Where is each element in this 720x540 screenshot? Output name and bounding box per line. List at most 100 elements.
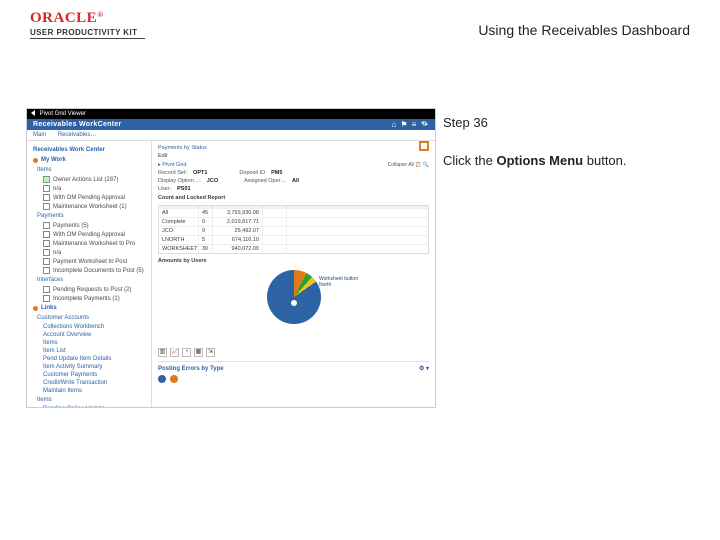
panel-title-text: Payments by Status [158, 145, 207, 151]
links-header[interactable]: Links [27, 303, 151, 313]
list-item[interactable]: Payment Worksheet to Post [27, 257, 151, 266]
link-item[interactable]: Credit/Write Transaction [27, 379, 151, 387]
link-item[interactable]: Items [27, 339, 151, 347]
list-item[interactable]: Incomplete Payments (1) [27, 294, 151, 303]
links-label: Links [41, 305, 57, 311]
assigned-value[interactable]: All [292, 178, 299, 184]
instruction-panel: Step 36 Click the Options Menu button. [443, 114, 693, 170]
table-row[interactable]: All 45 3,793,930.08 [159, 208, 428, 217]
dot-icon [33, 158, 38, 163]
cell: All [159, 209, 199, 217]
options-menu-highlight[interactable] [419, 141, 429, 151]
link-item[interactable]: Maintain Items [27, 387, 151, 395]
list-item[interactable]: With OM Pending Approval [27, 230, 151, 239]
cell: LNORTH [159, 236, 199, 244]
link-item[interactable]: Customer Payments [27, 371, 151, 379]
mywork-header[interactable]: My Work [27, 155, 151, 165]
flag-icon[interactable]: ⚑ [399, 119, 409, 130]
deposit-label: Deposit ID [239, 170, 265, 176]
col-header[interactable] [199, 206, 213, 208]
list-item[interactable]: n/a [27, 184, 151, 193]
pie-chart-icon[interactable]: ◔ [182, 348, 191, 357]
menu-icon[interactable]: ≡ [409, 119, 419, 130]
bubble-1[interactable] [158, 375, 166, 383]
cell: 3,793,930.08 [213, 209, 263, 217]
panel2-text: Posting Errors by Type [158, 366, 224, 372]
assigned-label: Assigned Oper… [244, 178, 286, 184]
app-screenshot: Pivot Grid Viewer Receivables WorkCenter… [26, 108, 436, 408]
list-item[interactable]: Maintenance Worksheet (1) [27, 202, 151, 211]
table-row[interactable]: Complete 0 2,019,817.71 [159, 217, 428, 226]
list-item[interactable]: Incomplete Documents to Post (5) [27, 266, 151, 275]
data-grid: All 45 3,793,930.08 Complete 0 2,019,817… [158, 205, 429, 254]
collapse-all-link[interactable]: Collapse All [388, 162, 414, 168]
grid-icon[interactable]: ▦ [194, 348, 203, 357]
dot-icon [33, 306, 38, 311]
list-item[interactable]: With OM Pending Approval [27, 193, 151, 202]
list-item[interactable]: Maintenance Worksheet to Pro [27, 239, 151, 248]
tab-bar: Main Receivables… [27, 130, 435, 141]
bar-chart-icon[interactable]: ▥ [158, 348, 167, 357]
table-row[interactable]: JCO 9 25,492.07 [159, 226, 428, 235]
home-icon[interactable]: ⌂ [389, 119, 399, 130]
cell [263, 227, 287, 235]
table-row[interactable]: WORKSHEET 30 940,072.00 [159, 244, 428, 253]
app-header: Receivables WorkCenter ⌂ ⚑ ≡ [27, 119, 435, 130]
link-item[interactable]: Item List [27, 347, 151, 355]
amounts-by-users-label: Amounts by Users [158, 258, 429, 264]
link-item[interactable]: Pending Online Update [27, 405, 151, 408]
instruction-text: Click the Options Menu button. [443, 152, 693, 170]
cell [263, 245, 287, 253]
breadcrumb-text: Receivables Work Center [33, 147, 105, 153]
col-header[interactable] [263, 206, 287, 208]
tab-main[interactable]: Main [33, 132, 46, 138]
gear-icon[interactable] [419, 119, 429, 130]
cell: Complete [159, 218, 199, 226]
app-title: Receivables WorkCenter [33, 119, 389, 130]
cell: 0 [199, 218, 213, 226]
links-subheader[interactable]: Customer Accounts [27, 313, 151, 323]
link-item[interactable]: Pend Update Item Details [27, 355, 151, 363]
cell: JCO [159, 227, 199, 235]
panel2-gear-icon[interactable]: ⚙ ▾ [419, 365, 429, 372]
header-rule [30, 38, 145, 39]
left-nav: Receivables Work Center My Work Items Ow… [27, 141, 152, 407]
list-item[interactable]: n/a [27, 248, 151, 257]
section-payments[interactable]: Payments [27, 211, 151, 221]
link-item[interactable]: Item Activity Summary [27, 363, 151, 371]
brand-text: ORACLE [30, 10, 97, 26]
pivot-grid-label[interactable]: Pivot Grid [162, 162, 186, 168]
record-set-value[interactable]: OPT1 [193, 170, 207, 176]
user-value[interactable]: PS01 [177, 186, 190, 192]
document-title: Using the Receivables Dashboard [478, 22, 690, 38]
tab-receivables[interactable]: Receivables… [58, 132, 97, 138]
cell [263, 209, 287, 217]
cell: 45 [199, 209, 213, 217]
list-item[interactable]: Payments (5) [27, 221, 151, 230]
col-header[interactable] [213, 206, 263, 208]
display-option-value[interactable]: JCO [207, 178, 218, 184]
deposit-value[interactable]: PM5 [271, 170, 282, 176]
posting-errors-chart [158, 375, 429, 383]
links-subheader[interactable]: Items [27, 395, 151, 405]
section-items[interactable]: Items [27, 165, 151, 175]
link-item[interactable]: Collections Workbench [27, 323, 151, 331]
back-icon[interactable] [31, 110, 35, 116]
cell: 940,072.00 [213, 245, 263, 253]
bubble-2[interactable] [170, 375, 178, 383]
oracle-logo: ORACLE® [30, 10, 104, 27]
cell: 5 [199, 236, 213, 244]
link-item[interactable]: Account Overview [27, 331, 151, 339]
edit-button[interactable]: Edit [158, 153, 167, 159]
cell [263, 218, 287, 226]
section-interfaces[interactable]: Interfaces [27, 275, 151, 285]
export-icon[interactable]: ⇲ [206, 348, 215, 357]
list-item[interactable]: Owner Actions List (287) [27, 175, 151, 184]
col-header[interactable] [159, 206, 199, 208]
line-chart-icon[interactable]: 📈 [170, 348, 179, 357]
display-option-label: Display Option…: [158, 178, 201, 184]
list-item[interactable]: Pending Requests to Post (2) [27, 285, 151, 294]
table-row[interactable]: LNORTH 5 674,116.10 [159, 235, 428, 244]
pie-graphic[interactable] [267, 270, 321, 324]
cell: 25,492.07 [213, 227, 263, 235]
